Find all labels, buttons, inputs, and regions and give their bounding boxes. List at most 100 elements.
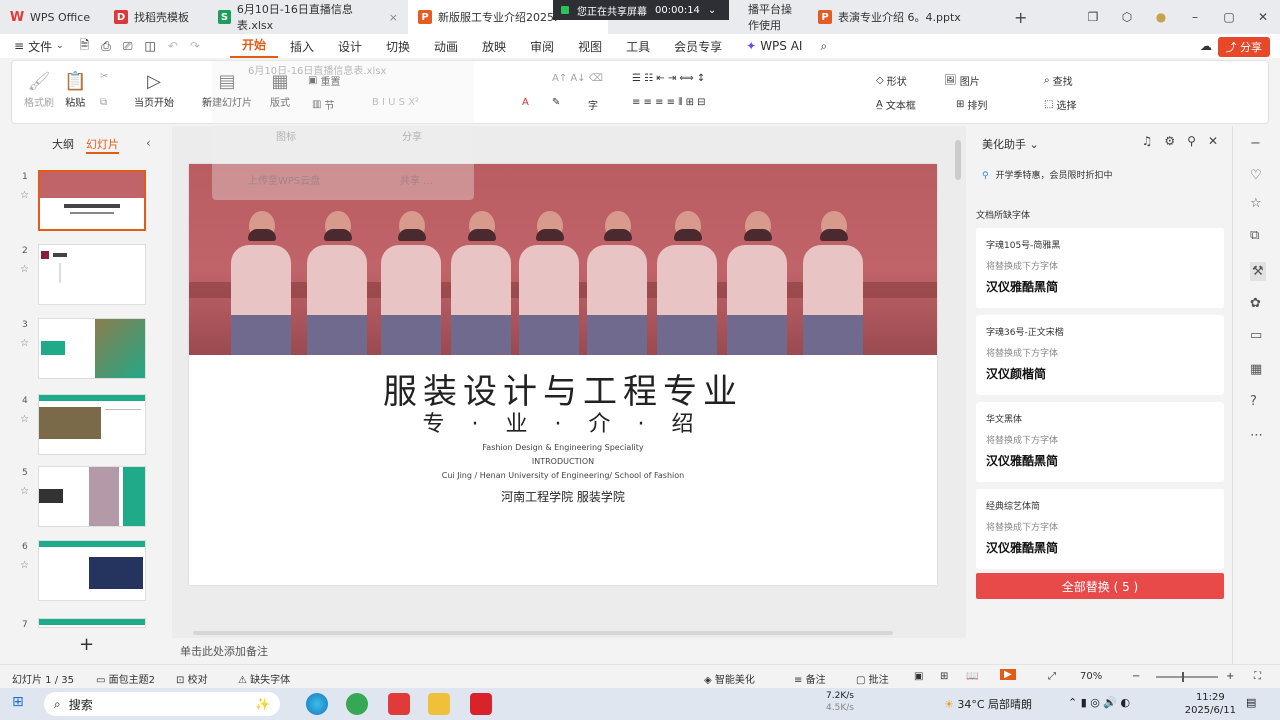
search-icon[interactable]: ⌕ [820, 39, 827, 54]
copy-icon[interactable]: ⧉ [1250, 228, 1259, 243]
pin-icon[interactable]: ⚲ [1187, 134, 1196, 148]
tab-spreadsheet[interactable]: S 6月10日-16日直播信息表.xlsx × [208, 0, 408, 34]
replace-all-button[interactable]: 全部替换 ( 5 ) [976, 573, 1224, 599]
font-card[interactable]: 经典综艺体简 将替换成下方字体 汉仪雅酷黑简 [976, 489, 1224, 569]
tab-wps-office[interactable]: W WPS Office [0, 0, 104, 34]
zoom-knob[interactable] [1182, 672, 1184, 682]
select-button[interactable]: ⬚ 选择 [1044, 97, 1076, 112]
menu-review[interactable]: 审阅 [518, 38, 566, 55]
menu-animation[interactable]: 动画 [422, 38, 470, 55]
sorter-view-icon[interactable]: ⊞ [940, 671, 948, 682]
close-icon[interactable]: × [389, 11, 398, 24]
star-icon[interactable]: ☆ [20, 486, 29, 497]
menu-home[interactable]: 开始 [229, 34, 278, 58]
menu-design[interactable]: 设计 [326, 38, 374, 55]
fit-window-icon[interactable]: ⤢ [1048, 671, 1056, 682]
tray-icons[interactable]: ⌃ ▮ ◎ 🔊 ◐ [1068, 696, 1130, 709]
cube-icon[interactable]: ⬡ [1110, 10, 1144, 24]
edge-icon[interactable] [306, 693, 328, 715]
slide-subtitle[interactable]: 专 · 业 · 介 · 绍 [189, 406, 937, 438]
normal-view-icon[interactable]: ▣ [914, 671, 923, 682]
magic-wand-icon[interactable]: ⚒ [1250, 262, 1266, 281]
zoom-level[interactable]: 70% [1080, 671, 1102, 682]
notes-toggle[interactable]: ≡ 备注 [794, 671, 826, 686]
shape-button[interactable]: ◇ 形状 [876, 73, 907, 88]
slide-thumbnail-4[interactable]: 4 ☆ [18, 394, 148, 456]
bullets-icon[interactable]: ☰ ☷ ⇤ ⇥ ⟺ ↕ [632, 73, 705, 84]
export-icon[interactable]: ⎙ [101, 39, 111, 54]
comments-toggle[interactable]: ▢ 批注 [856, 671, 889, 686]
find-button[interactable]: ⌕ 查找 [1044, 73, 1073, 88]
redo-icon[interactable]: ↷ [190, 39, 200, 53]
slide-english-line3[interactable]: Cui Jing / Henan University of Engineeri… [189, 471, 937, 480]
star-icon[interactable]: ☆ [20, 560, 29, 571]
slide-english-line2[interactable]: INTRODUCTION [189, 457, 937, 466]
help-icon[interactable]: ? [1250, 394, 1257, 409]
more-icon[interactable]: ⋯ [1250, 428, 1263, 443]
share-button[interactable]: ⤴ 分享 [1217, 37, 1270, 57]
menu-member[interactable]: 会员专享 [662, 38, 734, 55]
tab-slides[interactable]: 幻灯片 [86, 136, 119, 154]
slide-thumbnail-2[interactable]: 2 ☆ [18, 244, 148, 306]
weather-widget[interactable]: ☀ 34°C 局部晴朗 [944, 696, 1032, 712]
proofread-button[interactable]: ⊡ 校对 [176, 671, 208, 686]
minimize-icon[interactable]: – [1178, 10, 1212, 24]
highlight-icon[interactable]: ✎ [552, 97, 560, 108]
format-painter-button[interactable]: 🖌 格式刷 [24, 71, 54, 109]
zoom-in-icon[interactable]: + [1226, 671, 1234, 682]
horizontal-scrollbar[interactable] [193, 631, 893, 635]
missing-font-button[interactable]: ⚠ 缺失字体 [238, 671, 290, 686]
slide-school-name[interactable]: 河南工程学院 服装学院 [189, 488, 937, 505]
char-spacing-icon[interactable]: 字 [588, 97, 598, 112]
restore-tabs-icon[interactable]: ❐ [1076, 10, 1110, 24]
fullscreen-icon[interactable]: ⛶ [1254, 671, 1261, 682]
copy-icon[interactable]: ⧉ [100, 97, 107, 108]
heart-plus-icon[interactable]: ♡ [1250, 168, 1262, 183]
slide-thumbnail-6[interactable]: 6 ☆ [18, 540, 148, 602]
star-icon[interactable]: ☆ [20, 414, 29, 425]
star-icon[interactable]: ☆ [1250, 196, 1262, 211]
slideshow-play-icon[interactable]: ▶ [1000, 669, 1016, 680]
media-icon[interactable] [470, 693, 492, 715]
play-from-current-button[interactable]: ▷ 当页开始 [134, 71, 174, 109]
slide-english-line1[interactable]: Fashion Design & Engineering Speciality [189, 443, 937, 452]
grid-icon[interactable]: ▦ [1250, 362, 1262, 377]
menu-wps-ai[interactable]: ✦ WPS AI [734, 39, 814, 53]
gear-icon[interactable]: ⚙ [1164, 134, 1175, 148]
maximize-icon[interactable]: ▢ [1212, 10, 1246, 24]
panel-title[interactable]: 美化助手 ⌄ [982, 136, 1039, 152]
smart-beautify-button[interactable]: ◈ 智能美化 [704, 671, 755, 686]
menu-view[interactable]: 视图 [566, 38, 614, 55]
save-icon[interactable]: 🗎 [80, 36, 90, 57]
notification-icon[interactable]: ▤ [1246, 696, 1256, 709]
zoom-out-icon[interactable]: − [1132, 671, 1140, 682]
new-tab-icon[interactable]: + [1014, 8, 1027, 27]
folder-icon[interactable] [428, 693, 450, 715]
cut-icon[interactable]: ✂ [100, 71, 108, 82]
menu-transition[interactable]: 切换 [374, 38, 422, 55]
star-icon[interactable]: ☆ [20, 264, 29, 275]
slide-thumbnail-7[interactable]: 7 [18, 618, 148, 630]
avatar[interactable]: ● [1144, 10, 1178, 24]
collapse-panel-icon[interactable]: ‹ [146, 136, 151, 150]
menu-slideshow[interactable]: 放映 [470, 38, 518, 55]
add-slide-icon[interactable]: + [79, 634, 94, 655]
preview-icon[interactable]: ◫ [145, 39, 156, 53]
theme-name[interactable]: ▭ 面包主题2 [96, 671, 155, 686]
wps-icon[interactable] [388, 693, 410, 715]
reading-view-icon[interactable]: 📖 [966, 671, 978, 682]
file-menu[interactable]: ≡ 文件 ⌄ [0, 38, 74, 55]
chevron-down-icon[interactable]: ⌄ [708, 5, 716, 16]
font-size-increase-icon[interactable]: A↑ A↓ ⌫ [552, 73, 603, 84]
picture-button[interactable]: 🖼 图片 [944, 73, 980, 88]
minus-icon[interactable]: − [1250, 136, 1261, 151]
tab-outline[interactable]: 大纲 [52, 136, 74, 154]
notes-placeholder[interactable]: 单击此处添加备注 [180, 643, 268, 659]
slide-thumbnail-3[interactable]: 3 ☆ [18, 318, 148, 380]
undo-icon[interactable]: ↶ [168, 39, 178, 53]
slide-thumbnail-5[interactable]: 5 ☆ [18, 466, 148, 528]
vertical-scrollbar[interactable] [955, 140, 961, 180]
print-icon[interactable]: ⎚ [123, 39, 133, 54]
taskbar-search[interactable]: ⌕ 搜索 ✨ [44, 692, 280, 716]
font-color-icon[interactable]: A [522, 97, 529, 108]
